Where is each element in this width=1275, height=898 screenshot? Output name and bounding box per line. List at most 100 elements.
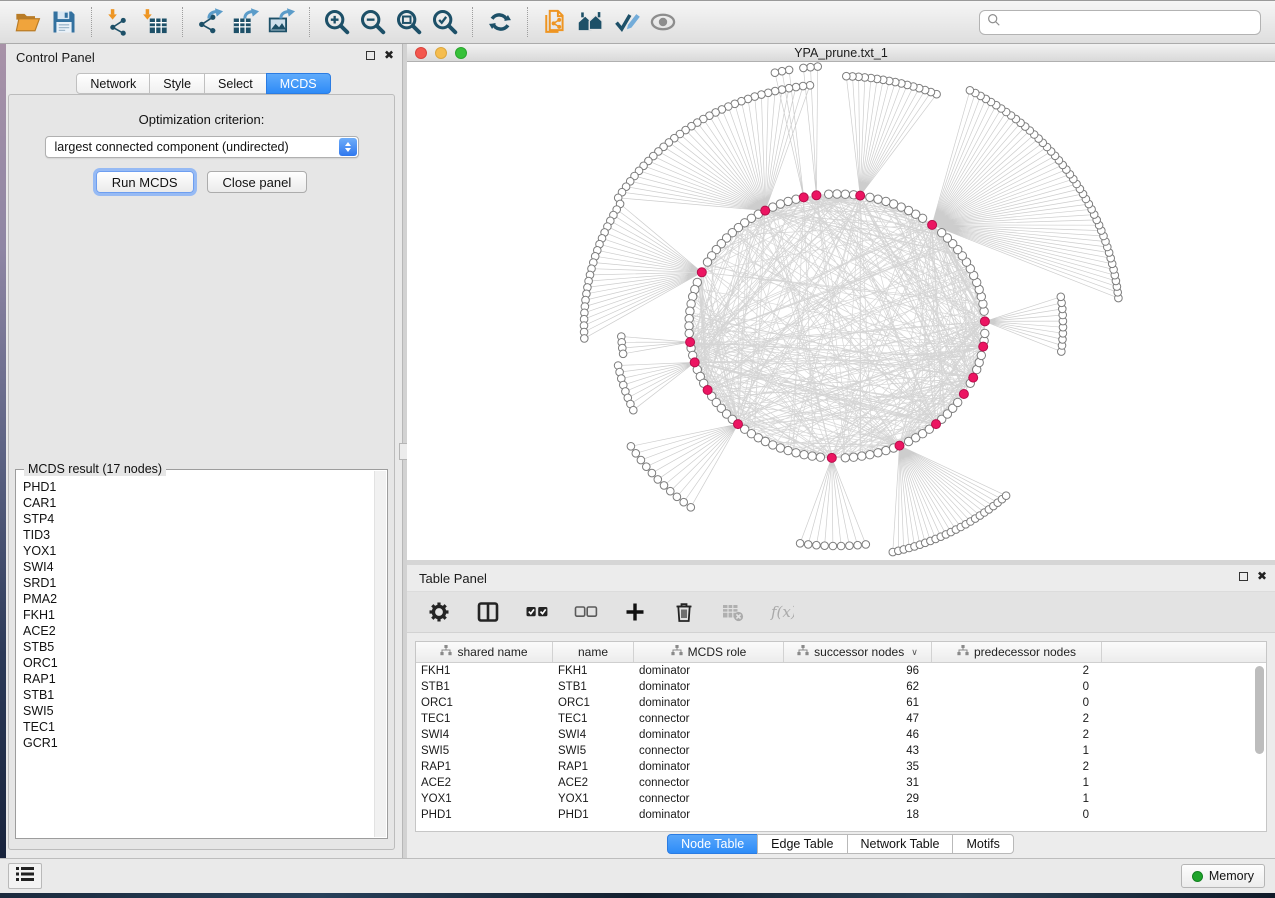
tab-style[interactable]: Style xyxy=(149,73,205,94)
mcds-result-item[interactable]: STP4 xyxy=(23,511,373,527)
column-header-predecessor-nodes[interactable]: predecessor nodes xyxy=(932,642,1102,662)
show-columns-icon[interactable] xyxy=(476,600,500,624)
clear-row-selection-icon[interactable] xyxy=(574,600,598,624)
mcds-result-item[interactable]: PHD1 xyxy=(23,479,373,495)
export-network-button[interactable] xyxy=(192,5,228,39)
tab-edge-table[interactable]: Edge Table xyxy=(757,834,847,854)
network-leaf-node[interactable] xyxy=(966,87,974,95)
mcds-result-item[interactable]: RAP1 xyxy=(23,671,373,687)
network-leaf-node[interactable] xyxy=(854,541,862,549)
task-history-button[interactable] xyxy=(8,863,42,889)
network-leaf-node[interactable] xyxy=(778,86,786,94)
add-column-icon[interactable] xyxy=(623,600,647,624)
search-input[interactable] xyxy=(1006,15,1253,29)
zoom-out-button[interactable] xyxy=(355,5,391,39)
network-leaf-node[interactable] xyxy=(632,450,640,458)
network-leaf-node[interactable] xyxy=(687,504,695,512)
network-leaf-node[interactable] xyxy=(627,443,635,451)
save-session-button[interactable] xyxy=(46,5,82,39)
column-header-shared-name[interactable]: shared name xyxy=(416,642,553,662)
network-node[interactable] xyxy=(874,449,882,457)
mcds-node[interactable] xyxy=(928,220,937,229)
network-node[interactable] xyxy=(938,229,946,237)
mcds-node[interactable] xyxy=(734,420,743,429)
network-leaf-node[interactable] xyxy=(1002,492,1010,500)
table-row[interactable]: STB1STB1dominator620 xyxy=(416,679,1266,695)
mcds-result-item[interactable]: FKH1 xyxy=(23,607,373,623)
table-row[interactable]: SWI5SWI5connector431 xyxy=(416,743,1266,759)
network-leaf-node[interactable] xyxy=(581,335,589,343)
mcds-node[interactable] xyxy=(690,358,699,367)
mcds-node[interactable] xyxy=(812,191,821,200)
table-mode-gear-icon[interactable] xyxy=(427,600,451,624)
import-network-button[interactable] xyxy=(101,5,137,39)
mcds-node[interactable] xyxy=(856,191,865,200)
table-row[interactable]: SWI4SWI4dominator462 xyxy=(416,727,1266,743)
table-row[interactable]: ACE2ACE2connector311 xyxy=(416,775,1266,791)
network-node[interactable] xyxy=(866,193,874,201)
network-node[interactable] xyxy=(808,452,816,460)
run-mcds-button[interactable]: Run MCDS xyxy=(96,171,194,193)
network-leaf-node[interactable] xyxy=(1057,293,1065,301)
mcds-result-list[interactable]: PHD1CAR1STP4TID3YOX1SWI4SRD1PMA2FKH1ACE2… xyxy=(16,479,373,836)
table-row[interactable]: PHD1PHD1dominator180 xyxy=(416,807,1266,823)
table-row[interactable]: ORC1ORC1dominator610 xyxy=(416,695,1266,711)
network-leaf-node[interactable] xyxy=(619,350,627,358)
network-leaf-node[interactable] xyxy=(846,542,854,550)
network-leaf-node[interactable] xyxy=(837,542,845,550)
network-leaf-node[interactable] xyxy=(637,456,645,464)
network-leaf-node[interactable] xyxy=(771,69,779,77)
network-node[interactable] xyxy=(889,200,897,208)
mcds-result-item[interactable]: SRD1 xyxy=(23,575,373,591)
show-hide-button[interactable] xyxy=(645,5,681,39)
network-leaf-node[interactable] xyxy=(680,498,688,506)
network-leaf-node[interactable] xyxy=(785,84,793,92)
style-preview-button[interactable] xyxy=(609,5,645,39)
network-node[interactable] xyxy=(866,451,874,459)
network-leaf-node[interactable] xyxy=(648,469,656,477)
network-leaf-node[interactable] xyxy=(673,493,681,501)
mcds-node[interactable] xyxy=(697,268,706,277)
mcds-node[interactable] xyxy=(703,386,712,395)
network-leaf-node[interactable] xyxy=(843,72,851,80)
float-window-icon[interactable] xyxy=(366,51,375,60)
delete-columns-icon[interactable] xyxy=(672,600,696,624)
network-leaf-node[interactable] xyxy=(654,476,662,484)
tab-motifs[interactable]: Motifs xyxy=(952,834,1013,854)
network-node[interactable] xyxy=(841,190,849,198)
mcds-node[interactable] xyxy=(979,342,988,351)
network-node[interactable] xyxy=(784,197,792,205)
refresh-layout-button[interactable] xyxy=(482,5,518,39)
network-node[interactable] xyxy=(882,197,890,205)
network-canvas[interactable] xyxy=(407,62,1275,560)
column-header-name[interactable]: name xyxy=(553,642,634,662)
network-leaf-node[interactable] xyxy=(667,487,675,495)
close-table-panel-icon[interactable]: ✖ xyxy=(1257,570,1267,582)
network-leaf-node[interactable] xyxy=(821,542,829,550)
zoom-fit-button[interactable] xyxy=(391,5,427,39)
close-panel-icon[interactable]: ✖ xyxy=(384,49,394,61)
network-leaf-node[interactable] xyxy=(778,67,786,75)
network-node[interactable] xyxy=(685,329,693,337)
network-leaf-node[interactable] xyxy=(785,66,793,74)
network-leaf-node[interactable] xyxy=(800,64,808,72)
network-node[interactable] xyxy=(816,453,824,461)
tab-network-table[interactable]: Network Table xyxy=(847,834,954,854)
share-document-button[interactable] xyxy=(537,5,573,39)
mcds-node[interactable] xyxy=(761,206,770,215)
search-box[interactable] xyxy=(979,10,1261,35)
close-panel-button[interactable]: Close panel xyxy=(207,171,308,193)
network-leaf-node[interactable] xyxy=(829,542,837,550)
mcds-result-item[interactable]: STB1 xyxy=(23,687,373,703)
import-table-button[interactable] xyxy=(137,5,173,39)
network-node[interactable] xyxy=(792,449,800,457)
mcds-result-item[interactable]: TID3 xyxy=(23,527,373,543)
network-leaf-node[interactable] xyxy=(771,87,779,95)
mcds-result-item[interactable]: ORC1 xyxy=(23,655,373,671)
network-leaf-node[interactable] xyxy=(792,83,800,91)
table-row[interactable]: YOX1YOX1connector291 xyxy=(416,791,1266,807)
tab-mcds[interactable]: MCDS xyxy=(266,73,331,94)
mcds-node[interactable] xyxy=(969,373,978,382)
table-scrollbar[interactable] xyxy=(1255,666,1264,754)
home-networks-button[interactable] xyxy=(573,5,609,39)
